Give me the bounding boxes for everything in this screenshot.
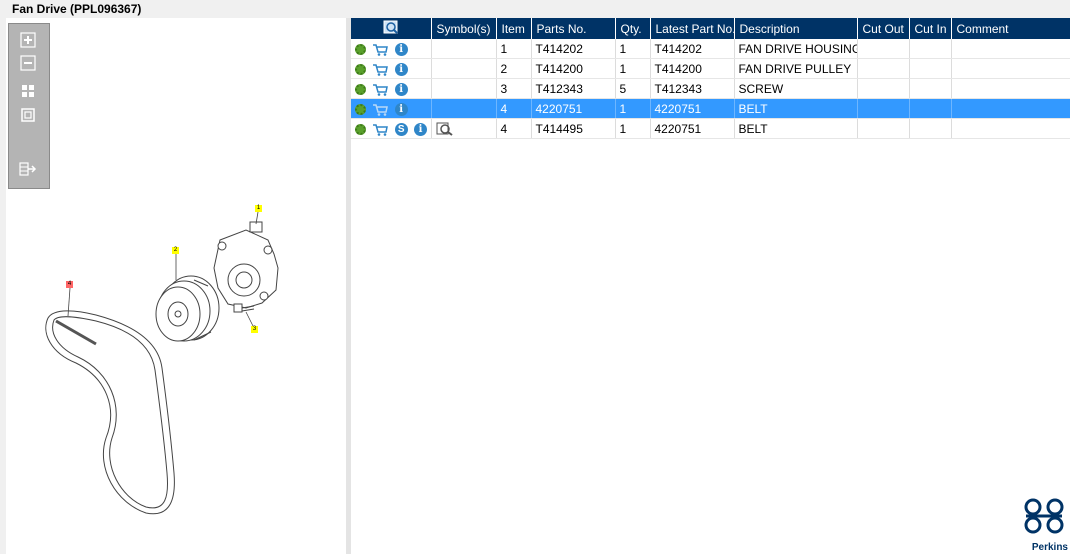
description-cell: FAN DRIVE HOUSING xyxy=(734,39,858,59)
latest-part-cell: T412343 xyxy=(650,78,735,99)
title-bar: Fan Drive (PPL096367) xyxy=(0,0,1070,18)
row-actions: i xyxy=(351,78,432,99)
header-cut-out[interactable]: Cut Out xyxy=(857,18,910,39)
gear-icon[interactable] xyxy=(355,123,366,135)
item-cell: 4 xyxy=(496,118,532,139)
cart-icon[interactable] xyxy=(372,43,389,56)
callout-3[interactable]: 3 xyxy=(251,326,258,333)
table-row[interactable]: i 1 T414202 1 T414202 FAN DRIVE HOUSING xyxy=(351,39,1070,59)
symbols-cell xyxy=(431,78,497,99)
qty-cell: 1 xyxy=(615,58,651,79)
comment-cell xyxy=(951,78,1070,99)
header-qty[interactable]: Qty. xyxy=(615,18,651,39)
gear-icon[interactable] xyxy=(355,43,366,55)
item-cell: 1 xyxy=(496,39,532,59)
header-item[interactable]: Item xyxy=(496,18,532,39)
parts-no-cell: T414200 xyxy=(531,58,616,79)
row-actions: S i xyxy=(351,118,432,139)
cart-icon[interactable] xyxy=(372,63,389,76)
s-badge-icon[interactable]: S xyxy=(394,122,408,136)
gear-icon[interactable] xyxy=(355,63,366,75)
cart-icon[interactable] xyxy=(372,123,389,136)
symbols-cell xyxy=(431,39,497,59)
latest-part-cell: 4220751 xyxy=(650,118,735,139)
cart-icon[interactable] xyxy=(372,83,389,96)
row-actions: i xyxy=(351,98,432,119)
description-cell: FAN DRIVE PULLEY xyxy=(734,58,858,79)
comment-cell xyxy=(951,39,1070,59)
item-cell: 4 xyxy=(496,98,532,119)
table-row[interactable]: i 3 T412343 5 T412343 SCREW xyxy=(351,78,1070,99)
item-cell: 2 xyxy=(496,58,532,79)
cut-out-cell xyxy=(857,118,910,139)
qty-cell: 1 xyxy=(615,39,651,59)
table-search-icon[interactable] xyxy=(383,20,399,35)
cut-out-cell xyxy=(857,58,910,79)
table-row-selected[interactable]: i 4 4220751 1 4220751 BELT xyxy=(351,98,1070,119)
qty-cell: 1 xyxy=(615,118,651,139)
table-row[interactable]: S i 4 T414495 1 4220751 BELT xyxy=(351,118,1070,139)
cut-in-cell xyxy=(909,58,952,79)
symbols-cell xyxy=(431,118,497,139)
info-icon[interactable]: i xyxy=(394,102,408,116)
header-cut-in[interactable]: Cut In xyxy=(909,18,952,39)
cut-in-cell xyxy=(909,118,952,139)
header-latest-part-no[interactable]: Latest Part No. xyxy=(650,18,735,39)
description-cell: BELT xyxy=(734,98,858,119)
callout-2[interactable]: 2 xyxy=(172,247,179,254)
qty-cell: 5 xyxy=(615,78,651,99)
window-title: Fan Drive (PPL096367) xyxy=(12,2,142,16)
comment-cell xyxy=(951,58,1070,79)
header-description[interactable]: Description xyxy=(734,18,858,39)
parts-list-pane: Symbol(s) Item Parts No. Qty. Latest Par… xyxy=(351,18,1070,554)
parts-no-cell: T412343 xyxy=(531,78,616,99)
cut-out-cell xyxy=(857,39,910,59)
info-icon[interactable]: i xyxy=(394,82,408,96)
description-cell: BELT xyxy=(734,118,858,139)
info-icon[interactable]: i xyxy=(394,42,408,56)
belt-drawing xyxy=(45,310,175,515)
magnifier-icon[interactable] xyxy=(436,122,454,136)
cut-in-cell xyxy=(909,78,952,99)
perkins-logo xyxy=(1024,498,1064,534)
callout-1[interactable]: 1 xyxy=(255,205,262,212)
item-cell: 3 xyxy=(496,78,532,99)
parts-no-cell: T414202 xyxy=(531,39,616,59)
symbols-cell xyxy=(431,58,497,79)
cut-in-cell xyxy=(909,39,952,59)
cut-out-cell xyxy=(857,98,910,119)
brand-name: Perkins xyxy=(1031,542,1068,553)
header-comment[interactable]: Comment xyxy=(951,18,1070,39)
header-search[interactable] xyxy=(351,18,432,39)
info-icon[interactable]: i xyxy=(394,62,408,76)
latest-part-cell: 4220751 xyxy=(650,98,735,119)
table-row[interactable]: i 2 T414200 1 T414200 FAN DRIVE PULLEY xyxy=(351,58,1070,79)
comment-cell xyxy=(951,98,1070,119)
cut-in-cell xyxy=(909,98,952,119)
info-icon[interactable]: i xyxy=(414,122,428,136)
qty-cell: 1 xyxy=(615,98,651,119)
latest-part-cell: T414202 xyxy=(650,39,735,59)
parts-no-cell: T414495 xyxy=(531,118,616,139)
housing-drawing xyxy=(213,221,279,309)
cart-disabled-icon[interactable] xyxy=(372,103,389,116)
parts-no-cell: 4220751 xyxy=(531,98,616,119)
diagram-pane[interactable]: 1 2 3 4 xyxy=(6,18,347,554)
cut-out-cell xyxy=(857,78,910,99)
description-cell: SCREW xyxy=(734,78,858,99)
symbols-cell xyxy=(431,98,497,119)
latest-part-cell: T414200 xyxy=(650,58,735,79)
parts-table: Symbol(s) Item Parts No. Qty. Latest Par… xyxy=(351,18,1070,139)
comment-cell xyxy=(951,118,1070,139)
row-actions: i xyxy=(351,58,432,79)
callout-4[interactable]: 4 xyxy=(66,281,73,288)
pulley-drawing xyxy=(155,275,220,342)
table-header: Symbol(s) Item Parts No. Qty. Latest Par… xyxy=(351,18,1070,39)
parts-diagram xyxy=(45,211,279,515)
row-actions: i xyxy=(351,39,432,59)
gear-icon[interactable] xyxy=(355,83,366,95)
header-parts-no[interactable]: Parts No. xyxy=(531,18,616,39)
gear-icon[interactable] xyxy=(355,103,366,115)
header-symbols[interactable]: Symbol(s) xyxy=(431,18,497,39)
